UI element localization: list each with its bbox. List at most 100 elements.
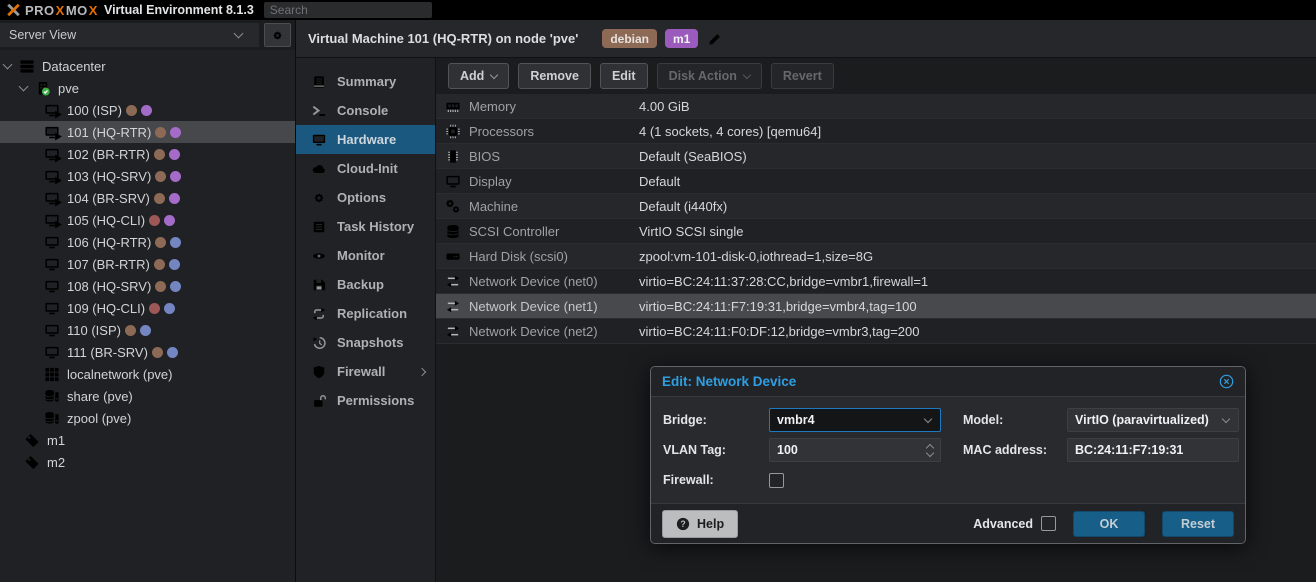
vm-running-icon (44, 169, 60, 184)
tree-item-vm-100[interactable]: 100 (ISP) (0, 99, 295, 121)
tag-dot (170, 171, 181, 182)
tree-item-vm-104[interactable]: 104 (BR-SRV) (0, 187, 295, 209)
tree-item-vm-109[interactable]: 109 (HQ-CLI) (0, 297, 295, 319)
nav-item-cloud-init[interactable]: Cloud-Init (296, 154, 435, 183)
reset-button[interactable]: Reset (1162, 511, 1234, 537)
vm-running-icon (44, 213, 60, 228)
firewall-checkbox[interactable] (769, 473, 784, 488)
proxmox-logo: PROXMOX (6, 3, 98, 18)
tag-dot (154, 193, 165, 204)
tree-item-vm-102[interactable]: 102 (BR-RTR) (0, 143, 295, 165)
mac-address-input[interactable]: BC:24:11:F7:19:31 (1067, 438, 1239, 462)
bridge-label: Bridge: (663, 413, 769, 427)
tree-item-localnetwork[interactable]: localnetwork (pve) (0, 363, 295, 385)
mac-address-label: MAC address: (963, 443, 1067, 457)
tree-item-vm-107[interactable]: 107 (BR-RTR) (0, 253, 295, 275)
tree-item-vm-108[interactable]: 108 (HQ-SRV) (0, 275, 295, 297)
vlan-tag-input[interactable]: 100 (769, 438, 941, 462)
vm-tag-m1[interactable]: m1 (665, 29, 698, 48)
dialog-title-bar[interactable]: Edit: Network Device (651, 367, 1245, 397)
nav-item-hardware[interactable]: Hardware (296, 125, 435, 154)
search-input[interactable] (264, 2, 432, 18)
monitor-icon (312, 133, 326, 147)
tag-dot (149, 215, 160, 226)
nav-item-monitor[interactable]: Monitor (296, 241, 435, 270)
logo-text: PRO (25, 3, 55, 18)
vm-running-icon (44, 103, 60, 118)
table-row-processors[interactable]: Processors4 (1 sockets, 4 cores) [qemu64… (436, 119, 1316, 144)
close-icon[interactable] (1219, 374, 1234, 389)
unlock-icon (312, 394, 326, 408)
vm-tag-debian[interactable]: debian (602, 29, 657, 48)
tree-item-tag-m1[interactable]: m1 (0, 429, 295, 451)
help-button[interactable]: Help (662, 510, 738, 538)
table-row-bios[interactable]: BIOSDefault (SeaBIOS) (436, 144, 1316, 169)
nav-item-summary[interactable]: Summary (296, 67, 435, 96)
add-button[interactable]: Add (448, 63, 509, 89)
display-icon (444, 174, 462, 189)
tree-item-vm-106[interactable]: 106 (HQ-RTR) (0, 231, 295, 253)
tree-item-vm-105[interactable]: 105 (HQ-CLI) (0, 209, 295, 231)
tag-dot (154, 259, 165, 270)
tree-item-zpool[interactable]: zpool (pve) (0, 407, 295, 429)
bridge-select[interactable]: vmbr4 (769, 408, 941, 432)
tree-item-vm-110[interactable]: 110 (ISP) (0, 319, 295, 341)
cpu-icon (444, 124, 462, 139)
memory-icon (444, 99, 462, 114)
nav-item-replication[interactable]: Replication (296, 299, 435, 328)
tag-dot (167, 347, 178, 358)
number-spinner[interactable] (927, 445, 933, 456)
tag-dot (164, 215, 175, 226)
nav-item-console[interactable]: Console (296, 96, 435, 125)
tree-item-vm-101[interactable]: 101 (HQ-RTR) (0, 121, 295, 143)
vm-stopped-icon (44, 257, 60, 272)
sidebar-settings-button[interactable] (264, 23, 291, 47)
nav-item-backup[interactable]: Backup (296, 270, 435, 299)
tree-item-vm-111[interactable]: 111 (BR-SRV) (0, 341, 295, 363)
table-row-net0[interactable]: Network Device (net0)virtio=BC:24:11:37:… (436, 269, 1316, 294)
history-icon (312, 336, 326, 350)
chevron-down-icon[interactable] (3, 60, 13, 70)
product-version: Virtual Environment 8.1.3 (104, 3, 254, 17)
ok-button[interactable]: OK (1073, 511, 1145, 537)
storage-icon (44, 411, 60, 426)
table-row-display[interactable]: DisplayDefault (436, 169, 1316, 194)
table-row-net2[interactable]: Network Device (net2)virtio=BC:24:11:F0:… (436, 319, 1316, 344)
replication-icon (312, 307, 326, 321)
edit-button[interactable]: Edit (600, 63, 648, 89)
chevron-down-icon[interactable] (19, 82, 29, 92)
view-mode-select[interactable]: Server View (0, 23, 259, 47)
chevron-down-icon (924, 414, 932, 422)
chevron-right-icon (418, 367, 426, 375)
tree-item-share[interactable]: share (pve) (0, 385, 295, 407)
tree-item-tag-m2[interactable]: m2 (0, 451, 295, 473)
table-row-net1[interactable]: Network Device (net1)virtio=BC:24:11:F7:… (436, 294, 1316, 319)
nav-item-permissions[interactable]: Permissions (296, 386, 435, 415)
revert-button[interactable]: Revert (771, 63, 834, 89)
model-select[interactable]: VirtIO (paravirtualized) (1067, 408, 1239, 432)
tree-item-pve[interactable]: pve (0, 77, 295, 99)
disk-action-button[interactable]: Disk Action (657, 63, 762, 89)
vm-stopped-icon (44, 301, 60, 316)
nav-item-snapshots[interactable]: Snapshots (296, 328, 435, 357)
tree-item-vm-103[interactable]: 103 (HQ-SRV) (0, 165, 295, 187)
database-icon (444, 224, 462, 239)
vm-stopped-icon (44, 323, 60, 338)
edit-tags-pencil-icon[interactable] (708, 32, 722, 46)
remove-button[interactable]: Remove (518, 63, 591, 89)
nav-item-task-history[interactable]: Task History (296, 212, 435, 241)
vm-running-icon (44, 191, 60, 206)
table-row-hard-disk[interactable]: Hard Disk (scsi0)zpool:vm-101-disk-0,iot… (436, 244, 1316, 269)
advanced-checkbox[interactable] (1041, 516, 1056, 531)
exchange-icon (444, 299, 462, 314)
tree-item-datacenter[interactable]: Datacenter (0, 55, 295, 77)
tag-dot (155, 237, 166, 248)
table-row-machine[interactable]: MachineDefault (i440fx) (436, 194, 1316, 219)
table-row-scsi-controller[interactable]: SCSI ControllerVirtIO SCSI single (436, 219, 1316, 244)
microchip-icon (444, 149, 462, 164)
dialog-footer: Help Advanced OK Reset (651, 503, 1245, 543)
nav-item-firewall[interactable]: Firewall (296, 357, 435, 386)
table-row-memory[interactable]: Memory4.00 GiB (436, 94, 1316, 119)
vlan-tag-label: VLAN Tag: (663, 443, 769, 457)
nav-item-options[interactable]: Options (296, 183, 435, 212)
